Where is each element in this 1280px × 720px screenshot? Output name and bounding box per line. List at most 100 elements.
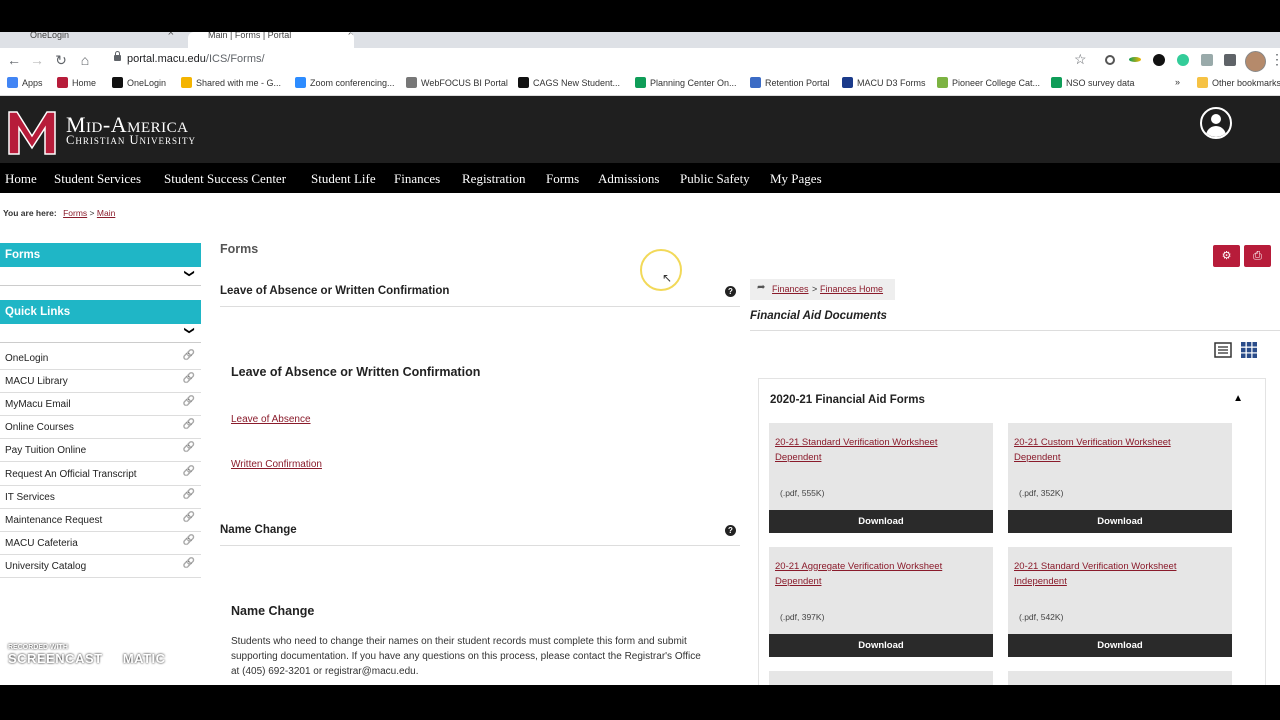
breadcrumb-forms[interactable]: Forms xyxy=(63,208,87,218)
quick-link-item[interactable]: Online Courses 🔗 xyxy=(0,416,201,440)
extensions-puzzle-icon[interactable] xyxy=(1224,54,1236,66)
extension-wave-icon[interactable] xyxy=(1129,57,1141,62)
grid-view-icon[interactable] xyxy=(1240,341,1258,359)
bookmark-item[interactable]: Home xyxy=(57,77,96,88)
settings-gear-button[interactable]: ⚙ xyxy=(1213,245,1240,267)
close-tab-icon[interactable]: × xyxy=(348,32,354,39)
macu-logo-icon[interactable] xyxy=(7,106,57,156)
extension-green-icon[interactable] xyxy=(1177,54,1189,66)
written-confirmation-link[interactable]: Written Confirmation xyxy=(231,459,322,470)
nav-student-life[interactable]: Student Life xyxy=(311,171,376,187)
home-icon[interactable]: ⌂ xyxy=(77,52,93,68)
download-button[interactable]: Download xyxy=(769,510,993,533)
form-title-link[interactable]: 20-21 Standard Verification Worksheet In… xyxy=(1014,559,1194,589)
leave-of-absence-link[interactable]: Leave of Absence xyxy=(231,414,311,425)
url-text: portal.macu.edu/ICS/Forms/ xyxy=(127,53,265,65)
more-bookmarks-icon[interactable]: » xyxy=(1175,77,1180,87)
help-icon[interactable]: ? xyxy=(725,525,736,536)
bookmark-item[interactable]: CAGS New Student... xyxy=(518,77,620,88)
form-icon xyxy=(842,77,853,88)
download-button[interactable]: Download xyxy=(769,634,993,657)
quick-link-label: MACU Cafeteria xyxy=(5,537,78,549)
bookmark-item[interactable]: WebFOCUS BI Portal xyxy=(406,77,508,88)
chevron-up-icon[interactable]: ▲ xyxy=(1233,393,1243,404)
sidebar-forms-header[interactable]: Forms xyxy=(0,243,201,267)
bookmark-item[interactable]: Pioneer College Cat... xyxy=(937,77,1040,88)
bookmark-item[interactable]: Other bookmarks xyxy=(1197,77,1280,88)
finances-link[interactable]: Finances xyxy=(772,284,809,294)
link-icon: 🔗 xyxy=(182,465,195,477)
chevron-down-icon[interactable]: ❯ xyxy=(183,269,194,277)
extension-ring-icon[interactable] xyxy=(1105,55,1115,65)
zoom-icon xyxy=(295,77,306,88)
finances-home-link[interactable]: Finances Home xyxy=(820,284,883,294)
nav-student-success-center[interactable]: Student Success Center xyxy=(164,171,286,187)
form-title-link[interactable]: 20-21 Custom Verification Worksheet Depe… xyxy=(1014,435,1194,465)
breadcrumb-main[interactable]: Main xyxy=(97,208,115,218)
bookmark-item[interactable]: Apps xyxy=(7,77,43,88)
quick-link-item[interactable]: Request An Official Transcript 🔗 xyxy=(0,463,201,486)
quick-link-item[interactable]: MyMacu Email 🔗 xyxy=(0,393,201,417)
nav-home[interactable]: Home xyxy=(5,171,37,187)
quick-link-label: Maintenance Request xyxy=(5,514,103,526)
list-view-icon[interactable] xyxy=(1214,341,1232,359)
close-tab-icon[interactable]: × xyxy=(168,32,174,39)
quick-link-item[interactable]: MACU Library 🔗 xyxy=(0,370,201,394)
bookmark-label: Retention Portal xyxy=(765,77,830,88)
form-title-link[interactable]: 20-21 Aggregate Verification Worksheet D… xyxy=(775,559,955,589)
form-title-link[interactable]: 20-21 Standard Verification Worksheet De… xyxy=(775,435,955,465)
sheets-icon xyxy=(635,77,646,88)
quick-link-item[interactable]: Maintenance Request 🔗 xyxy=(0,509,201,532)
nav-student-services[interactable]: Student Services xyxy=(54,171,141,187)
bookmark-item[interactable]: NSO survey data xyxy=(1051,77,1135,88)
description-line: at (405) 692-3201 or registrar@macu.edu. xyxy=(231,666,419,677)
help-icon[interactable]: ? xyxy=(725,286,736,297)
user-account-icon[interactable] xyxy=(1200,107,1232,139)
quick-link-item[interactable]: OneLogin 🔗 xyxy=(0,347,201,370)
reload-icon[interactable]: ↻ xyxy=(53,52,69,68)
nav-public-safety[interactable]: Public Safety xyxy=(680,171,750,187)
quick-link-label: MyMacu Email xyxy=(5,399,71,411)
back-arrow-icon[interactable]: ← xyxy=(6,52,22,68)
browser-profile-avatar[interactable] xyxy=(1245,51,1266,72)
bookmark-item[interactable]: OneLogin xyxy=(112,77,166,88)
nav-admissions[interactable]: Admissions xyxy=(598,171,659,187)
download-button[interactable]: Download xyxy=(1008,634,1232,657)
gear-icon: ⚙ xyxy=(1221,250,1232,262)
file-meta: (.pdf, 542K) xyxy=(1019,612,1064,622)
quick-link-item[interactable]: Pay Tuition Online 🔗 xyxy=(0,439,201,463)
browser-tab-onelogin[interactable]: OneLogin × xyxy=(14,32,174,48)
folder-icon xyxy=(1197,77,1208,88)
quick-link-item[interactable]: MACU Cafeteria 🔗 xyxy=(0,532,201,555)
bookmark-item[interactable]: Zoom conferencing... xyxy=(295,77,395,88)
print-button[interactable]: ⎙ xyxy=(1244,245,1271,267)
bookmark-label: Other bookmarks xyxy=(1212,77,1280,88)
quick-link-label: Request An Official Transcript xyxy=(5,468,137,480)
onelogin-extension-icon[interactable] xyxy=(1153,54,1165,66)
browser-menu-icon[interactable]: ⋮ xyxy=(1270,51,1280,68)
download-button[interactable]: Download xyxy=(1008,510,1232,533)
browser-tab-portal[interactable]: Main | Forms | Portal × xyxy=(188,32,354,48)
bookmark-item[interactable]: Retention Portal xyxy=(750,77,830,88)
sidebar-quicklinks-header[interactable]: Quick Links xyxy=(0,300,201,324)
nav-finances[interactable]: Finances xyxy=(394,171,440,187)
record-icon xyxy=(106,653,119,666)
extension-screen-icon[interactable] xyxy=(1201,54,1213,66)
chevron-down-icon[interactable]: ❯ xyxy=(183,326,194,334)
lock-icon xyxy=(114,51,121,61)
quick-link-item[interactable]: University Catalog 🔗 xyxy=(0,555,201,578)
sidebar-quicklinks-toggle[interactable]: ❯ xyxy=(0,324,201,343)
sidebar-forms-toggle[interactable]: ❯ xyxy=(0,267,201,286)
forward-arrow-icon[interactable]: → xyxy=(29,52,45,68)
page-title: Forms xyxy=(220,242,259,256)
financial-aid-title: Financial Aid Documents xyxy=(750,310,887,322)
bookmark-item[interactable]: MACU D3 Forms xyxy=(842,77,926,88)
address-bar[interactable]: portal.macu.edu/ICS/Forms/ xyxy=(102,49,1092,71)
nav-my-pages[interactable]: My Pages xyxy=(770,171,822,187)
bookmark-item[interactable]: Planning Center On... xyxy=(635,77,737,88)
nav-registration[interactable]: Registration xyxy=(462,171,526,187)
quick-link-item[interactable]: IT Services 🔗 xyxy=(0,486,201,509)
nav-forms[interactable]: Forms xyxy=(546,171,579,187)
bookmark-star-icon[interactable]: ☆ xyxy=(1074,51,1087,68)
bookmark-item[interactable]: Shared with me - G... xyxy=(181,77,281,88)
